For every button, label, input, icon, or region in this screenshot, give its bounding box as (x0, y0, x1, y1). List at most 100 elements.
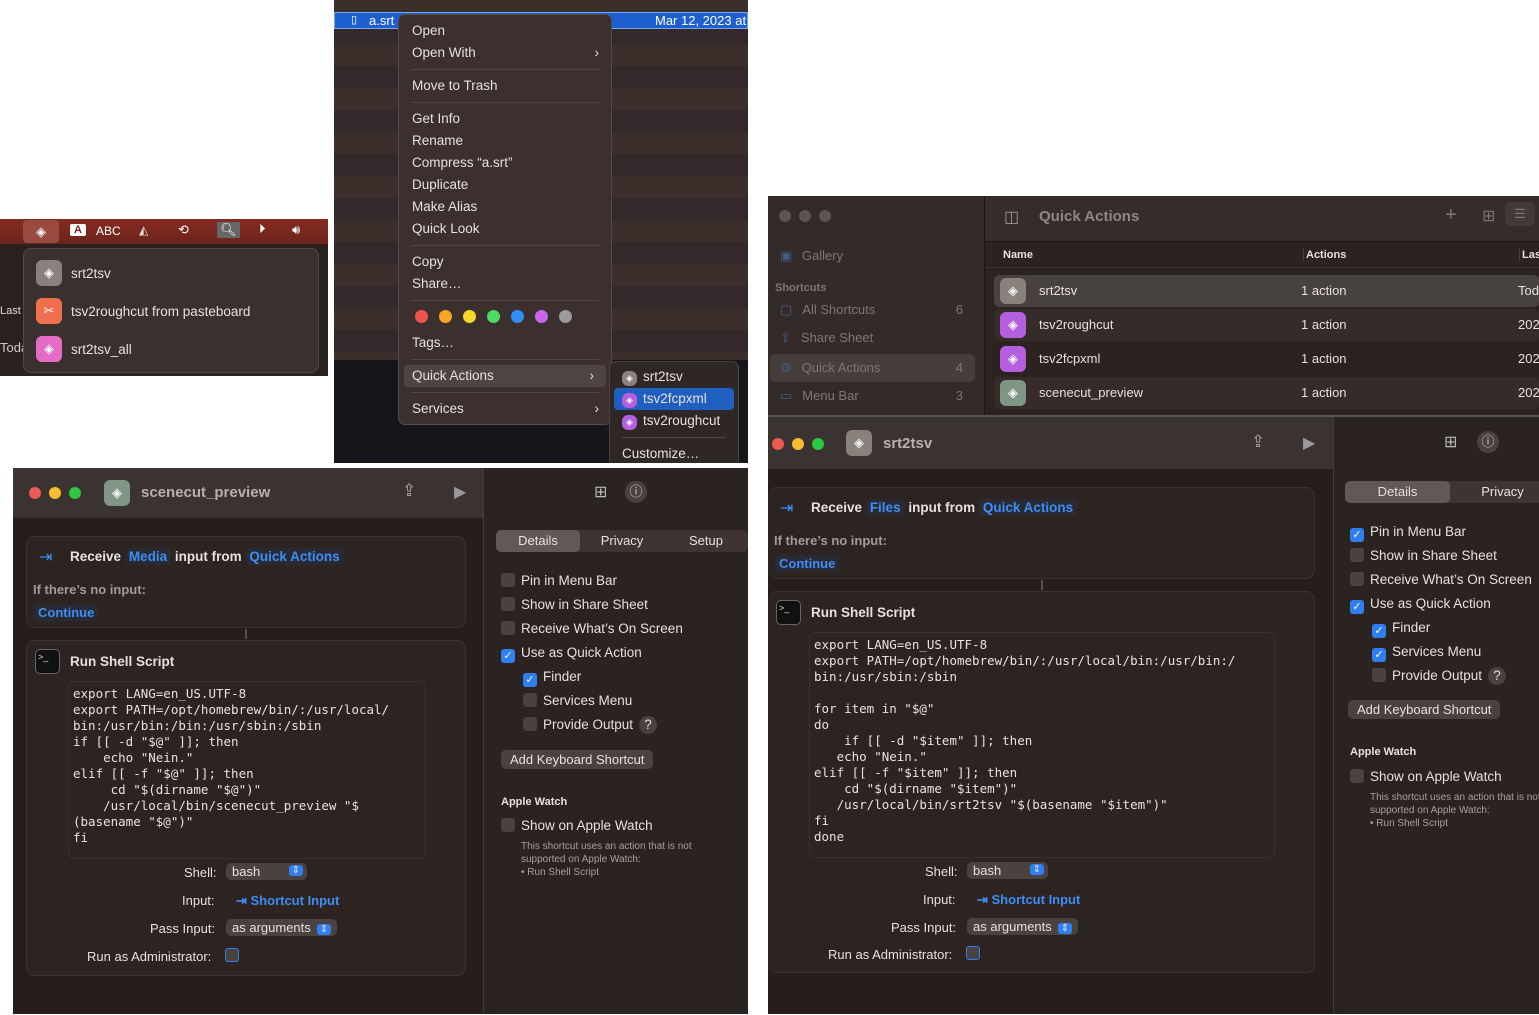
table-row[interactable]: ◈ tsv2fcpxml 1 action 202 (994, 343, 1539, 375)
table-row[interactable]: ◈ tsv2roughcut 1 action 202 (994, 309, 1539, 341)
submenu-item-tsv2fcpxml[interactable]: ◈ tsv2fcpxml (614, 388, 734, 410)
option-receive-what-s-on-screen[interactable]: Receive What’s On Screen (501, 617, 683, 641)
minimize-button[interactable] (799, 210, 811, 222)
option-provide-output[interactable]: Provide Output? (1372, 664, 1532, 688)
shortcut-icon[interactable]: ◈ (104, 480, 130, 506)
menu-duplicate[interactable]: Duplicate (399, 174, 611, 196)
add-icon[interactable]: + (1445, 204, 1457, 227)
checkbox[interactable]: ✓ (1372, 624, 1386, 638)
time-machine-icon[interactable]: ⟲ (178, 222, 189, 238)
tag-color-dot[interactable] (439, 310, 452, 323)
option-use-as-quick-action[interactable]: ✓ Use as Quick Action (1350, 592, 1532, 616)
menu-rename[interactable]: Rename (399, 130, 611, 152)
input-type-token[interactable]: Files (865, 499, 905, 516)
option-finder[interactable]: ✓ Finder (1372, 616, 1532, 640)
option-show-in-share-sheet[interactable]: Show in Share Sheet (1350, 544, 1532, 568)
column-last[interactable]: Last (1519, 249, 1539, 261)
submenu-customize[interactable]: Customize… (614, 443, 734, 463)
table-row[interactable]: ◈ scenecut_preview 1 action 202 (994, 377, 1539, 409)
list-view-icon[interactable]: ☰ (1505, 202, 1535, 226)
play-icon[interactable]: ⏵ (259, 221, 266, 237)
checkbox[interactable] (501, 573, 515, 587)
tag-color-dot[interactable] (511, 310, 524, 323)
option-services-menu[interactable]: ✓ Services Menu (1372, 640, 1532, 664)
sidebar-item-quick-actions[interactable]: ⚙ Quick Actions 4 (770, 354, 975, 382)
spotlight-icon[interactable]: 🔍︎ (217, 222, 240, 238)
menu-get-info[interactable]: Get Info (399, 108, 611, 130)
option-use-as-quick-action[interactable]: ✓ Use as Quick Action (501, 641, 683, 665)
minimize-button[interactable] (792, 438, 804, 450)
run-play-icon[interactable]: ▶ (1303, 433, 1315, 453)
pass-input-select[interactable]: as arguments ⇕ (967, 918, 1079, 935)
submenu-item-srt2tsv[interactable]: ◈ srt2tsv (614, 366, 734, 388)
sidebar-item-all-shortcuts[interactable]: ▢ All Shortcuts 6 (770, 302, 975, 322)
script-editor[interactable]: export LANG=en_US.UTF-8 export PATH=/opt… (809, 632, 1275, 858)
zoom-button[interactable] (812, 438, 824, 450)
dropdown-item-srt2tsv[interactable]: ◈ srt2tsv (36, 259, 111, 287)
window-controls[interactable] (772, 438, 832, 453)
sidebar-item-share-sheet[interactable]: ⇪ Share Sheet (770, 330, 975, 350)
submenu-item-tsv2roughcut[interactable]: ◈ tsv2roughcut (614, 410, 734, 432)
menu-services[interactable]: Services › (399, 398, 611, 420)
add-to-dock-icon[interactable]: ⊞ (1444, 432, 1457, 452)
option-finder[interactable]: ✓ Finder (523, 665, 683, 689)
sidebar-item-menu-bar[interactable]: ▭ Menu Bar 3 (770, 388, 975, 408)
checkbox[interactable] (501, 621, 515, 635)
option-show-on-apple-watch[interactable]: Show on Apple Watch (1350, 765, 1502, 789)
info-icon[interactable]: ⓘ (1477, 431, 1499, 453)
close-button[interactable] (779, 210, 791, 222)
add-keyboard-shortcut-button[interactable]: Add Keyboard Shortcut (1348, 700, 1501, 719)
continue-token[interactable]: Continue (775, 555, 840, 572)
checkbox[interactable] (523, 693, 537, 707)
info-icon[interactable]: ⓘ (625, 481, 647, 503)
tab-details[interactable]: Details (1345, 481, 1450, 503)
checkbox[interactable]: ✓ (1350, 528, 1364, 542)
column-name[interactable]: Name (1003, 249, 1033, 261)
tag-color-dot[interactable] (559, 310, 572, 323)
menu-share[interactable]: Share… (399, 273, 611, 295)
tag-color-dot[interactable] (535, 310, 548, 323)
option-pin-in-menu-bar[interactable]: ✓ Pin in Menu Bar (1350, 520, 1532, 544)
table-row[interactable]: ◈ srt2tsv 1 action Tod (994, 275, 1539, 307)
tag-color-dot[interactable] (415, 310, 428, 323)
window-controls[interactable] (29, 487, 89, 502)
option-services-menu[interactable]: Services Menu (523, 689, 683, 713)
run-play-icon[interactable]: ▶ (454, 482, 466, 502)
input-type-token[interactable]: Media (124, 548, 172, 565)
dropdown-item-srt2tsv-all[interactable]: ◈ srt2tsv_all (36, 335, 132, 363)
shell-select[interactable]: bash ⇕ (226, 863, 307, 880)
checkbox[interactable] (501, 818, 515, 832)
sidebar-item-gallery[interactable]: ▣ Gallery (780, 248, 843, 264)
input-token[interactable]: ⇥ Shortcut Input (236, 893, 339, 909)
option-show-on-apple-watch[interactable]: Show on Apple Watch (501, 814, 653, 838)
close-button[interactable] (29, 487, 41, 499)
minimize-button[interactable] (49, 487, 61, 499)
checkbox[interactable] (523, 717, 537, 731)
sidebar-toggle-icon[interactable]: ◫ (1004, 207, 1019, 227)
zoom-button[interactable] (819, 210, 831, 222)
window-controls-inactive[interactable] (779, 210, 839, 225)
tag-color-dot[interactable] (463, 310, 476, 323)
close-button[interactable] (772, 438, 784, 450)
tag-color-dot[interactable] (487, 310, 500, 323)
option-pin-in-menu-bar[interactable]: Pin in Menu Bar (501, 569, 683, 593)
admin-checkbox[interactable] (225, 948, 239, 962)
checkbox[interactable] (501, 597, 515, 611)
pass-input-select[interactable]: as arguments ⇕ (226, 919, 338, 936)
menu-move-to-trash[interactable]: Move to Trash (399, 75, 611, 97)
admin-checkbox[interactable] (966, 946, 980, 960)
volume-icon[interactable]: 🔊︎ (292, 222, 300, 238)
source-token[interactable]: Quick Actions (245, 548, 344, 565)
option-receive-what-s-on-screen[interactable]: Receive What’s On Screen (1350, 568, 1532, 592)
shell-select[interactable]: bash ⇕ (967, 862, 1048, 879)
continue-token[interactable]: Continue (34, 604, 99, 621)
share-icon[interactable]: ⇪ (1251, 432, 1265, 452)
help-icon[interactable]: ? (639, 716, 658, 734)
zoom-button[interactable] (69, 487, 81, 499)
checkbox[interactable] (1350, 572, 1364, 586)
menu-quick-look[interactable]: Quick Look (399, 218, 611, 240)
menu-open-with[interactable]: Open With › (399, 42, 611, 64)
menu-quick-actions[interactable]: Quick Actions › (404, 365, 606, 387)
add-to-dock-icon[interactable]: ⊞ (594, 482, 607, 502)
grid-view-icon[interactable]: ⊞ (1482, 206, 1495, 226)
